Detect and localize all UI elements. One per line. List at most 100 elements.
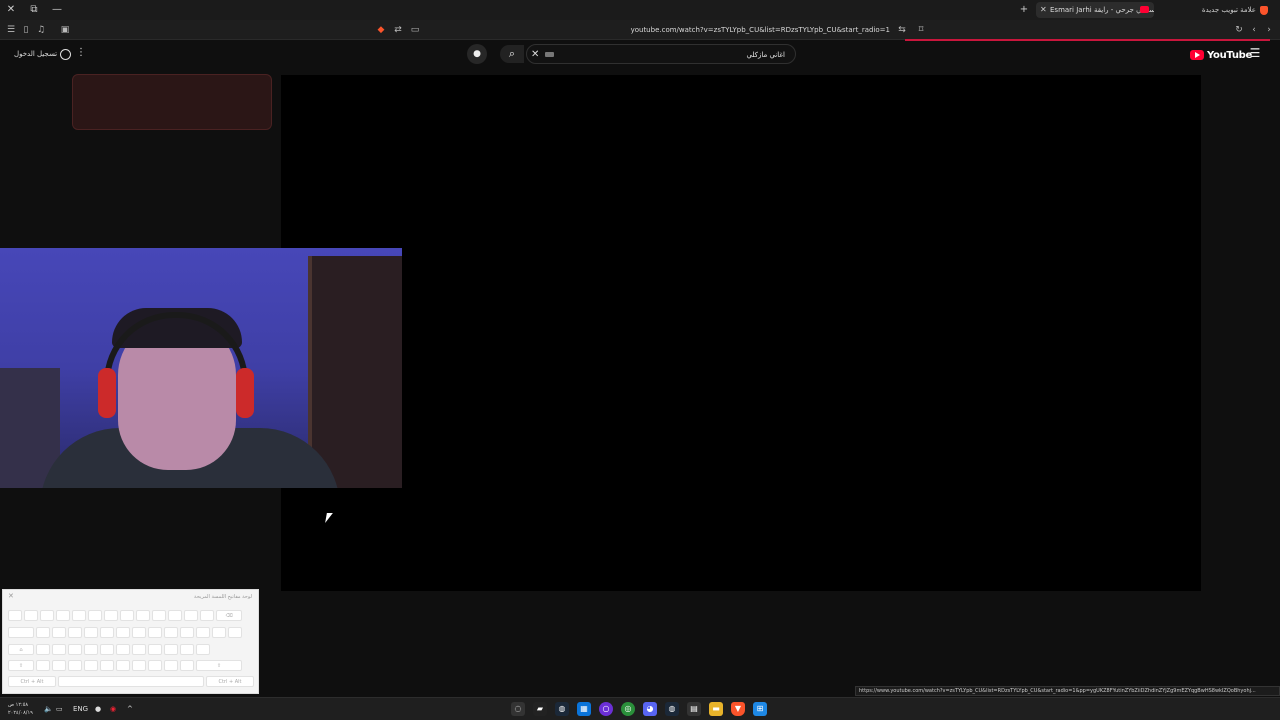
keyboard-key[interactable] bbox=[152, 610, 166, 621]
new-tab-plus-icon[interactable]: + bbox=[1017, 3, 1031, 17]
keyboard-key[interactable] bbox=[68, 627, 82, 638]
tab-youtube[interactable]: ✕ Esmari Jarhi إسمعي جرحي - رايقة bbox=[1036, 2, 1154, 18]
taskbar-steam-icon[interactable]: ◍ bbox=[555, 702, 569, 716]
keyboard-key[interactable] bbox=[132, 644, 146, 655]
keyboard-key[interactable] bbox=[104, 610, 118, 621]
home-key[interactable]: ⌂ bbox=[8, 644, 34, 655]
guide-menu-icon[interactable]: ☰ bbox=[1248, 46, 1262, 60]
tab-key[interactable] bbox=[8, 627, 34, 638]
keyboard-key[interactable] bbox=[72, 610, 86, 621]
more-options-icon[interactable]: ⋮ bbox=[76, 46, 86, 60]
voice-search-mic-icon[interactable]: ● bbox=[467, 44, 487, 64]
keyboard-key[interactable] bbox=[164, 644, 178, 655]
clear-search-icon[interactable]: ✕ bbox=[531, 45, 539, 65]
keyboard-key[interactable] bbox=[84, 644, 98, 655]
keyboard-key[interactable] bbox=[40, 610, 54, 621]
keyboard-key[interactable] bbox=[200, 610, 214, 621]
restore-window-icon[interactable]: ⧉ bbox=[27, 3, 41, 17]
keyboard-key[interactable] bbox=[84, 627, 98, 638]
search-button[interactable]: ⌕ bbox=[500, 45, 524, 63]
keyboard-key[interactable] bbox=[132, 660, 146, 671]
keyboard-key[interactable] bbox=[36, 627, 50, 638]
keyboard-key[interactable] bbox=[116, 627, 130, 638]
ctrl-alt-left-key[interactable]: Ctrl + Alt bbox=[8, 676, 56, 687]
keyboard-icon[interactable] bbox=[545, 52, 554, 57]
keyboard-key[interactable] bbox=[180, 644, 194, 655]
show-hidden-icons-chevron-icon[interactable]: ^ bbox=[127, 702, 133, 716]
volume-icon[interactable]: 🔈 bbox=[44, 702, 53, 716]
tab-close-icon[interactable]: ✕ bbox=[1040, 2, 1047, 18]
network-icon[interactable]: ▭ bbox=[56, 702, 63, 716]
address-bar[interactable]: youtube.com/watch?v=zsTYLYpb_CU&list=RDz… bbox=[370, 22, 910, 38]
keyboard-key[interactable] bbox=[180, 660, 194, 671]
keyboard-key[interactable] bbox=[180, 627, 194, 638]
keyboard-key[interactable] bbox=[184, 610, 198, 621]
taskbar-epic-icon[interactable]: ▰ bbox=[533, 702, 547, 716]
keyboard-key[interactable] bbox=[136, 610, 150, 621]
back-icon[interactable]: ‹ bbox=[1247, 22, 1261, 38]
taskbar-file-explorer-icon[interactable]: ▬ bbox=[709, 702, 723, 716]
keyboard-key[interactable] bbox=[68, 660, 82, 671]
keyboard-key[interactable] bbox=[100, 644, 114, 655]
shift-left-key[interactable]: ⇧ bbox=[8, 660, 34, 671]
keyboard-close-icon[interactable]: ✕ bbox=[8, 592, 14, 600]
keyboard-key[interactable] bbox=[228, 627, 242, 638]
keyboard-key[interactable] bbox=[52, 644, 66, 655]
video-player[interactable] bbox=[281, 75, 1201, 591]
keyboard-key[interactable] bbox=[164, 627, 178, 638]
windows-start-icon[interactable]: ⊞ bbox=[753, 702, 767, 716]
wallet-icon[interactable]: ▣ bbox=[58, 22, 72, 38]
space-key[interactable] bbox=[58, 676, 204, 687]
keyboard-key[interactable] bbox=[100, 660, 114, 671]
forward-icon[interactable]: › bbox=[1262, 22, 1276, 38]
keyboard-key[interactable] bbox=[8, 610, 22, 621]
keyboard-key[interactable] bbox=[148, 627, 162, 638]
bookmark-icon[interactable]: ⌑ bbox=[914, 22, 928, 38]
keyboard-key[interactable] bbox=[56, 610, 70, 621]
keyboard-key[interactable] bbox=[52, 660, 66, 671]
reload-icon[interactable]: ↻ bbox=[1232, 22, 1246, 38]
tray-mic-icon[interactable]: ● bbox=[95, 702, 101, 716]
tab-new-tab[interactable]: علامة تبويب جديدة bbox=[1166, 2, 1270, 18]
taskbar-store-icon[interactable]: ▦ bbox=[577, 702, 591, 716]
keyboard-key[interactable] bbox=[212, 627, 226, 638]
tray-app-icon[interactable]: ◉ bbox=[110, 702, 116, 716]
keyboard-key[interactable] bbox=[116, 660, 130, 671]
close-window-icon[interactable]: ✕ bbox=[4, 3, 18, 17]
taskbar-app-purple-icon[interactable]: ○ bbox=[599, 702, 613, 716]
taskbar-discord-icon[interactable]: ◕ bbox=[643, 702, 657, 716]
music-note-icon[interactable]: ♫ bbox=[34, 22, 48, 38]
taskbar-steam-2-icon[interactable]: ◍ bbox=[665, 702, 679, 716]
taskbar-clock[interactable]: ١٢:٥٨ ص ٢٠٢٤/٠٨/١٩ bbox=[8, 701, 33, 717]
taskbar-chrome-icon[interactable]: ◎ bbox=[621, 702, 635, 716]
taskbar-brave-icon[interactable]: ▼ bbox=[731, 702, 745, 716]
signin-button[interactable]: تسجيل الدخول bbox=[14, 47, 72, 61]
backspace-key[interactable]: ⌫ bbox=[216, 610, 242, 621]
keyboard-key[interactable] bbox=[196, 627, 210, 638]
keyboard-key[interactable] bbox=[164, 660, 178, 671]
youtube-logo[interactable]: YouTube bbox=[1190, 49, 1252, 61]
keyboard-key[interactable] bbox=[68, 644, 82, 655]
keyboard-key[interactable] bbox=[148, 644, 162, 655]
keyboard-key[interactable] bbox=[132, 627, 146, 638]
sidebar-icon[interactable]: ▯ bbox=[19, 22, 33, 38]
menu-icon[interactable]: ☰ bbox=[4, 22, 18, 38]
minimize-window-icon[interactable]: — bbox=[50, 3, 64, 17]
keyboard-key[interactable] bbox=[148, 660, 162, 671]
keyboard-key[interactable] bbox=[52, 627, 66, 638]
keyboard-key[interactable] bbox=[84, 660, 98, 671]
keyboard-key[interactable] bbox=[36, 660, 50, 671]
keyboard-key[interactable] bbox=[120, 610, 134, 621]
keyboard-key[interactable] bbox=[88, 610, 102, 621]
search-input[interactable]: ✕ اغاني مازكلي bbox=[526, 44, 796, 64]
taskbar-app-red-icon[interactable]: ◌ bbox=[511, 702, 525, 716]
keyboard-key[interactable] bbox=[196, 644, 210, 655]
ctrl-alt-right-key[interactable]: Ctrl + Alt bbox=[206, 676, 254, 687]
keyboard-key[interactable] bbox=[168, 610, 182, 621]
shift-right-key[interactable]: ⇧ bbox=[196, 660, 242, 671]
keyboard-key[interactable] bbox=[36, 644, 50, 655]
keyboard-key[interactable] bbox=[100, 627, 114, 638]
keyboard-key[interactable] bbox=[116, 644, 130, 655]
input-language[interactable]: ENG bbox=[73, 702, 88, 716]
taskbar-task-view-icon[interactable]: ▤ bbox=[687, 702, 701, 716]
